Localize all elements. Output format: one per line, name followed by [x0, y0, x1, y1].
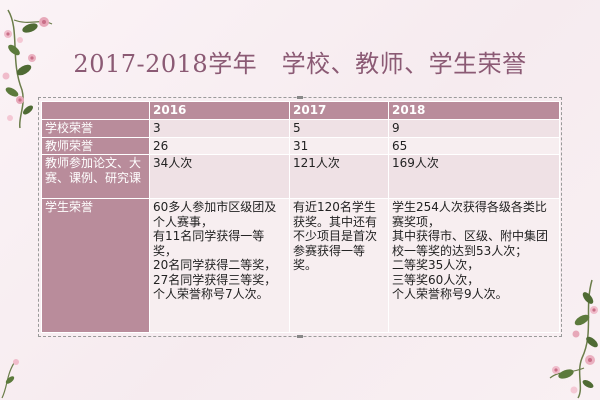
table-cell: 34人次 [149, 154, 290, 199]
table-row: 学生荣誉 60多人参加市区级团及个人赛事， 有11名同学获得一等奖， 20名同学… [41, 198, 560, 333]
honors-table: 2016 2017 2018 学校荣誉 3 5 9 教师荣誉 26 31 65 … [41, 101, 560, 333]
row-label-school-honors: 学校荣誉 [41, 119, 150, 138]
floral-decoration-bottom-left [1, 359, 19, 399]
table-cell: 有近120名学生获奖。其中还有不少项目是首次参赛获得一等奖。 [289, 198, 389, 333]
table-cell: 169人次 [388, 154, 560, 199]
page-title: 2017-2018学年 学校、教师、学生荣誉 [73, 50, 527, 78]
table-row: 教师参加论文、大赛、课例、研究课 34人次 121人次 169人次 [41, 154, 560, 199]
table-cell: 5 [289, 119, 389, 138]
header-cell-2017: 2017 [289, 101, 389, 120]
row-label-teacher-honors: 教师荣誉 [41, 136, 150, 155]
header-cell-corner [41, 101, 150, 120]
row-label-student-honors: 学生荣誉 [41, 198, 150, 333]
header-cell-2018: 2018 [388, 101, 560, 120]
resize-handle-top[interactable] [297, 96, 303, 99]
resize-handle-bottom[interactable] [297, 335, 303, 338]
table-cell: 3 [149, 119, 290, 138]
table-cell: 9 [388, 119, 560, 138]
table-row: 教师荣誉 26 31 65 [41, 136, 560, 155]
row-label-teacher-papers: 教师参加论文、大赛、课例、研究课 [41, 154, 150, 199]
table-cell: 65 [388, 136, 560, 155]
table-cell: 学生254人次获得各级各类比赛奖项， 其中获得市、区级、附中集团校一等奖的达到5… [388, 198, 560, 333]
header-cell-2016: 2016 [149, 101, 290, 120]
table-cell: 60多人参加市区级团及个人赛事， 有11名同学获得一等奖， 20名同学获得二等奖… [149, 198, 290, 333]
table-cell: 121人次 [289, 154, 389, 199]
table-frame[interactable]: 2016 2017 2018 学校荣誉 3 5 9 教师荣誉 26 31 65 … [38, 96, 562, 338]
table-header-row: 2016 2017 2018 [41, 101, 560, 120]
table-cell: 26 [149, 136, 290, 155]
table-cell: 31 [289, 136, 389, 155]
table-row: 学校荣誉 3 5 9 [41, 119, 560, 138]
